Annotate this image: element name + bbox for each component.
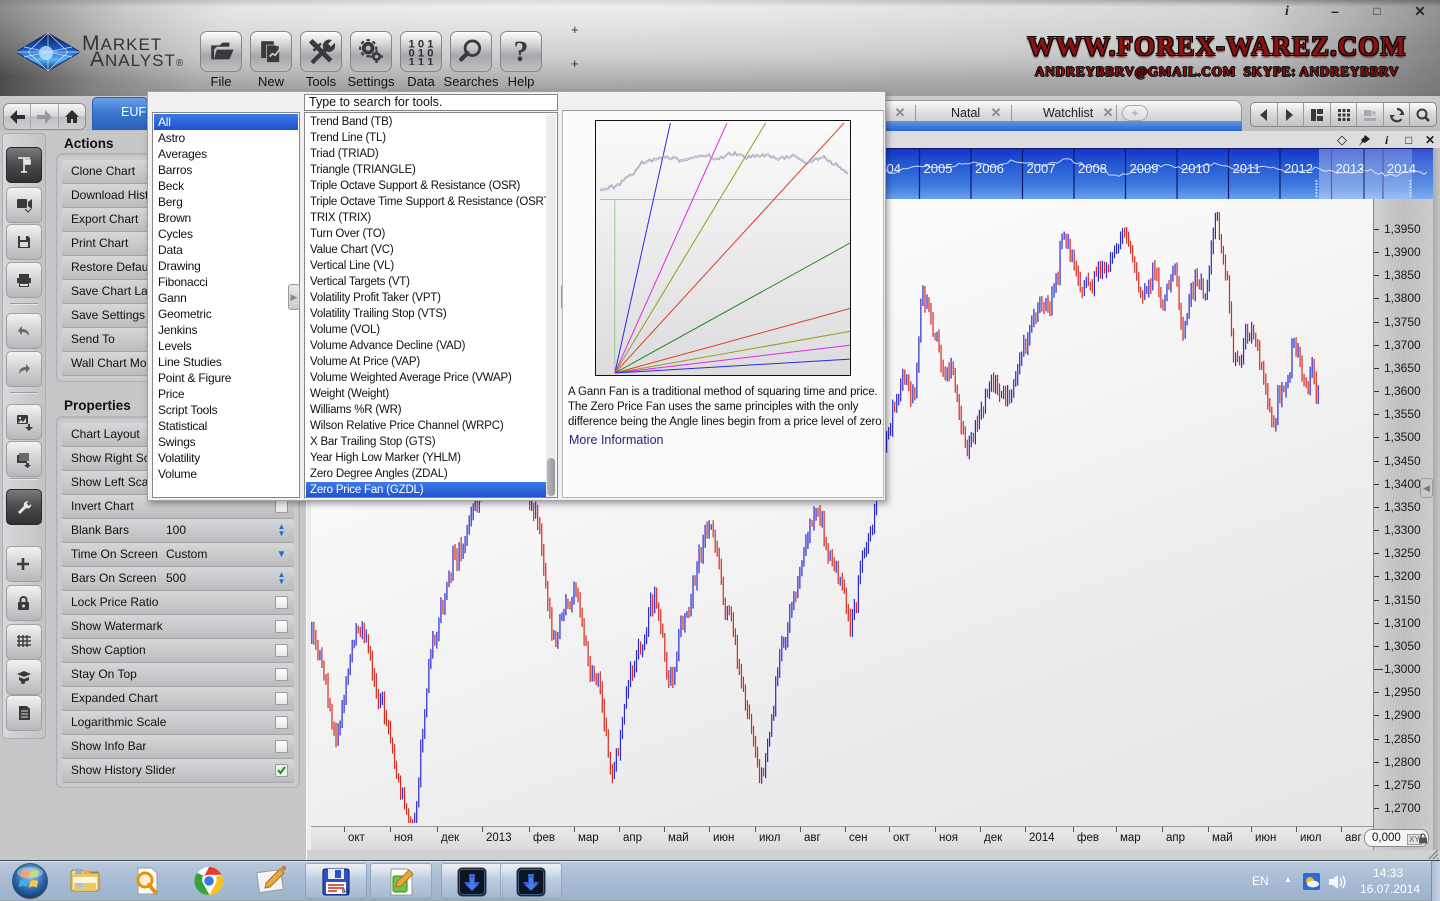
svg-text:2012: 2012 [1284,161,1313,176]
svg-text:64: 64 [342,889,349,895]
svg-text:2005: 2005 [924,161,953,176]
svg-text:?: ? [514,37,529,65]
svg-text:1 1 1: 1 1 1 [409,57,434,65]
